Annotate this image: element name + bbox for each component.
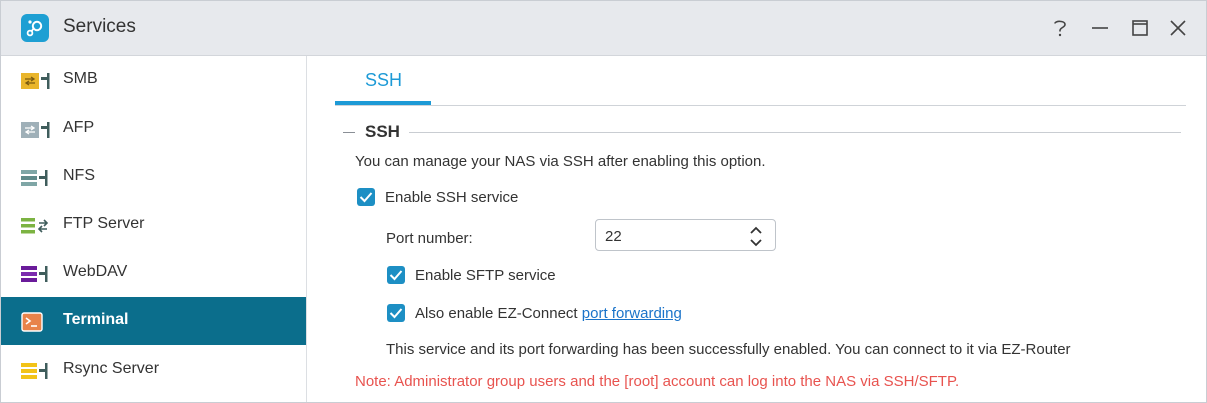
ez-connect-checkbox[interactable] [387,304,405,322]
rsync-icon [21,361,51,381]
sidebar-item-label: AFP [63,119,95,136]
tab-divider [335,105,1186,106]
sidebar-item-ftp-server[interactable]: FTP Server [1,201,306,249]
status-message: This service and its port forwarding has… [386,341,1071,358]
sidebar-item-terminal[interactable]: Terminal [1,297,306,345]
services-window: Services SMB AFP NFS FTP Server WebDAV T… [0,0,1207,403]
help-icon[interactable] [1043,11,1077,45]
sidebar-item-rsync-server[interactable]: Rsync Server [1,346,306,394]
port-number-label: Port number: [386,230,473,247]
admin-note: Note: Administrator group users and the … [355,373,960,390]
terminal-icon [21,312,51,332]
section-dash [343,132,355,133]
services-app-icon [21,14,49,42]
tab-ssh[interactable]: SSH [335,56,431,105]
afp-folder-icon [21,120,51,140]
port-number-stepper[interactable] [595,219,776,251]
sidebar-item-label: Terminal [63,311,129,328]
ez-connect-row: Also enable EZ-Connect port forwarding [415,305,682,322]
close-icon[interactable] [1161,11,1195,45]
section-title: SSH [365,122,400,141]
smb-folder-icon [21,71,51,91]
sidebar-item-label: SMB [63,70,98,87]
chevron-up-icon[interactable] [748,224,764,236]
sidebar-item-afp[interactable]: AFP [1,105,306,153]
sidebar-item-label: NFS [63,167,95,184]
nfs-icon [21,168,51,188]
main-panel: SSH SSH You can manage your NAS via SSH … [307,56,1206,402]
enable-ssh-checkbox[interactable] [357,188,375,206]
enable-sftp-label: Enable SFTP service [415,267,556,284]
enable-sftp-checkbox[interactable] [387,266,405,284]
port-forwarding-link[interactable]: port forwarding [582,305,682,322]
sidebar-item-smb[interactable]: SMB [1,56,306,104]
sidebar-item-label: FTP Server [63,215,145,232]
chevron-down-icon[interactable] [748,236,764,248]
webdav-icon [21,264,51,284]
ez-connect-label: Also enable EZ-Connect [415,305,582,322]
ssh-description: You can manage your NAS via SSH after en… [355,153,766,170]
title-bar: Services [1,1,1206,56]
sidebar-item-nfs[interactable]: NFS [1,153,306,201]
minimize-icon[interactable] [1083,11,1117,45]
ftp-icon [21,216,51,236]
tab-label: SSH [365,70,403,90]
port-number-input[interactable] [605,226,735,246]
window-title: Services [63,16,136,37]
enable-ssh-label: Enable SSH service [385,189,519,206]
sidebar: SMB AFP NFS FTP Server WebDAV Terminal R… [1,56,307,402]
sidebar-item-label: Rsync Server [63,360,160,377]
sidebar-item-webdav[interactable]: WebDAV [1,249,306,297]
sidebar-item-label: WebDAV [63,263,128,280]
maximize-icon[interactable] [1123,11,1157,45]
section-divider [409,132,1181,133]
